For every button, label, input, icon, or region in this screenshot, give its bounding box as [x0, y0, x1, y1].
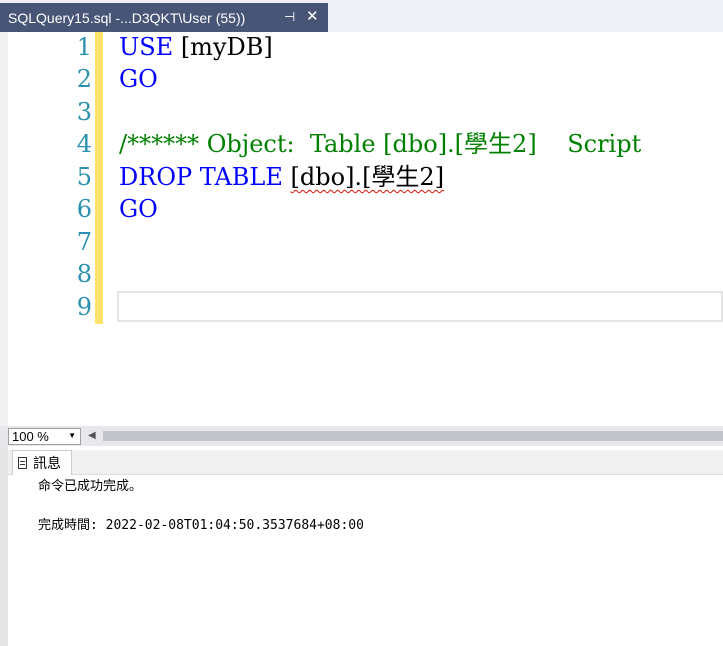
tab-messages[interactable]: 訊息 — [12, 450, 72, 475]
keyword: GO — [119, 195, 158, 223]
line-number: 5 — [76, 163, 92, 191]
pin-icon[interactable]: ⊣ — [284, 9, 295, 25]
messages-tab-label: 訊息 — [33, 456, 61, 472]
object-name-error: [dbo].[學生2] — [290, 163, 445, 191]
query-tab-title: SQLQuery15.sql -...D3QKT\User (55)) — [8, 9, 246, 26]
horizontal-scrollbar-thumb[interactable] — [103, 431, 723, 441]
message-text: 命令已成功完成。 — [38, 479, 143, 494]
chevron-down-icon: ▼ — [68, 431, 76, 440]
comment: /****** Object: Table [dbo].[學生2] Script — [119, 130, 642, 158]
line-number: 4 — [76, 130, 92, 158]
completion-time-text: 完成時間: 2022-02-08T01:04:50.3537684+08:00 — [38, 518, 364, 533]
current-line-highlight — [117, 291, 723, 322]
query-editor[interactable] — [0, 32, 723, 426]
code-line-2[interactable]: GO — [119, 63, 158, 95]
results-tab-bar — [8, 450, 723, 475]
code-line-6[interactable]: GO — [119, 193, 158, 225]
keyword: GO — [119, 65, 158, 93]
line-number: 7 — [76, 228, 92, 256]
close-icon[interactable]: ✕ — [306, 7, 319, 25]
code-line-4[interactable]: /****** Object: Table [dbo].[學生2] Script — [119, 128, 641, 160]
messages-icon — [17, 456, 29, 470]
line-number: 8 — [76, 260, 92, 288]
zoom-dropdown[interactable]: 100 % ▼ — [8, 428, 81, 445]
code-line-5[interactable]: DROP TABLE [dbo].[學生2] — [119, 161, 444, 193]
zoom-value: 100 % — [12, 429, 49, 444]
change-tracking-bar — [95, 32, 103, 324]
line-number: 1 — [76, 33, 92, 61]
line-number: 6 — [76, 195, 92, 223]
keyword: DROP TABLE — [119, 163, 283, 191]
scroll-left-icon[interactable]: ◀ — [88, 430, 96, 441]
line-number: 2 — [76, 65, 92, 93]
code-line-1[interactable]: USE [myDB] — [119, 31, 273, 63]
line-number: 9 — [76, 293, 92, 321]
query-document-tab[interactable]: SQLQuery15.sql -...D3QKT\User (55)) ⊣ ✕ — [0, 3, 328, 32]
keyword: USE — [119, 33, 174, 61]
identifier: [myDB] — [173, 33, 273, 61]
line-number: 3 — [76, 98, 92, 126]
document-tab-strip: SQLQuery15.sql -...D3QKT\User (55)) ⊣ ✕ — [0, 0, 723, 33]
